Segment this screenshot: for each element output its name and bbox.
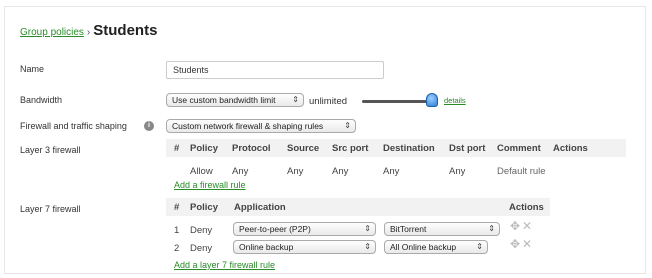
- bandwidth-select-value: Use custom bandwidth limit: [172, 95, 276, 105]
- layer3-header-actions: Actions: [553, 143, 588, 154]
- layer3-header-comment: Comment: [497, 143, 541, 154]
- breadcrumb-separator: ›: [86, 27, 91, 38]
- breadcrumb: Group policies › Students: [20, 22, 157, 39]
- select-arrows-icon: ⇕: [488, 224, 495, 233]
- layer3-header-num: #: [174, 143, 180, 154]
- layer7-row2-policy: Deny: [190, 243, 213, 254]
- firewall-shaping-label: Firewall and traffic shaping: [20, 121, 127, 131]
- layer7-header-row: [166, 198, 550, 216]
- bandwidth-slider-handle[interactable]: [426, 93, 438, 107]
- select-arrows-icon: ⇕: [292, 95, 299, 104]
- layer7-row2-category-select[interactable]: Online backup ⇕: [233, 240, 376, 254]
- layer7-row1-application-select[interactable]: BitTorrent ⇕: [384, 222, 500, 236]
- layer3-row-protocol: Any: [232, 166, 249, 177]
- layer3-header-protocol: Protocol: [232, 143, 271, 154]
- select-arrows-icon: ⇕: [344, 121, 351, 130]
- layer3-header-destination: Destination: [383, 143, 435, 154]
- bandwidth-limit-text: unlimited: [309, 96, 348, 107]
- move-icon[interactable]: ✥: [510, 219, 520, 233]
- delete-icon[interactable]: ✕: [522, 237, 532, 251]
- layer3-row-comment: Default rule: [497, 166, 546, 177]
- layer7-row2-num: 2: [174, 243, 180, 254]
- name-field[interactable]: [166, 61, 384, 79]
- layer3-row-source: Any: [287, 166, 304, 177]
- layer7-header-num: #: [174, 202, 180, 213]
- bandwidth-slider-track[interactable]: [362, 100, 432, 103]
- layer3-header-src-port: Src port: [332, 143, 369, 154]
- layer7-row2-application-value: All Online backup: [390, 242, 457, 252]
- bandwidth-select[interactable]: Use custom bandwidth limit ⇕: [166, 93, 304, 107]
- layer3-row-src-port: Any: [332, 166, 349, 177]
- layer7-row2-category-value: Online backup: [239, 242, 294, 252]
- layer7-header-application: Application: [234, 202, 286, 213]
- layer7-row1-num: 1: [174, 225, 180, 236]
- layer3-header-dst-port: Dst port: [449, 143, 486, 154]
- layer7-row1-policy: Deny: [190, 225, 213, 236]
- layer3-row-policy: Allow: [190, 166, 213, 177]
- select-arrows-icon: ⇕: [476, 242, 483, 251]
- layer7-row1-category-select[interactable]: Peer-to-peer (P2P) ⇕: [233, 222, 376, 236]
- layer3-row-destination: Any: [383, 166, 400, 177]
- help-icon[interactable]: i: [144, 121, 154, 131]
- layer7-row1-category-value: Peer-to-peer (P2P): [239, 224, 311, 234]
- firewall-shaping-select-value: Custom network firewall & shaping rules: [172, 121, 324, 131]
- breadcrumb-group-policies-link[interactable]: Group policies: [20, 27, 84, 38]
- layer3-header-source: Source: [287, 143, 320, 154]
- layer7-row2-application-select[interactable]: All Online backup ⇕: [384, 240, 488, 254]
- add-layer7-rule-link[interactable]: Add a layer 7 firewall rule: [174, 260, 275, 270]
- move-icon[interactable]: ✥: [510, 237, 520, 251]
- layer3-label: Layer 3 firewall: [20, 145, 81, 155]
- add-firewall-rule-link[interactable]: Add a firewall rule: [174, 180, 246, 190]
- layer7-header-actions: Actions: [509, 202, 544, 213]
- bandwidth-details-link[interactable]: details: [444, 96, 466, 105]
- page-title: Students: [93, 22, 158, 39]
- delete-icon[interactable]: ✕: [522, 219, 532, 233]
- layer7-header-policy: Policy: [190, 202, 218, 213]
- layer7-label: Layer 7 firewall: [20, 204, 81, 214]
- bandwidth-label: Bandwidth: [20, 95, 63, 105]
- select-arrows-icon: ⇕: [364, 224, 371, 233]
- layer7-row1-application-value: BitTorrent: [390, 224, 427, 234]
- firewall-shaping-select[interactable]: Custom network firewall & shaping rules ⇕: [166, 119, 356, 133]
- layer3-row-dst-port: Any: [449, 166, 466, 177]
- select-arrows-icon: ⇕: [364, 242, 371, 251]
- layer3-header-policy: Policy: [190, 143, 218, 154]
- name-label: Name: [20, 64, 45, 74]
